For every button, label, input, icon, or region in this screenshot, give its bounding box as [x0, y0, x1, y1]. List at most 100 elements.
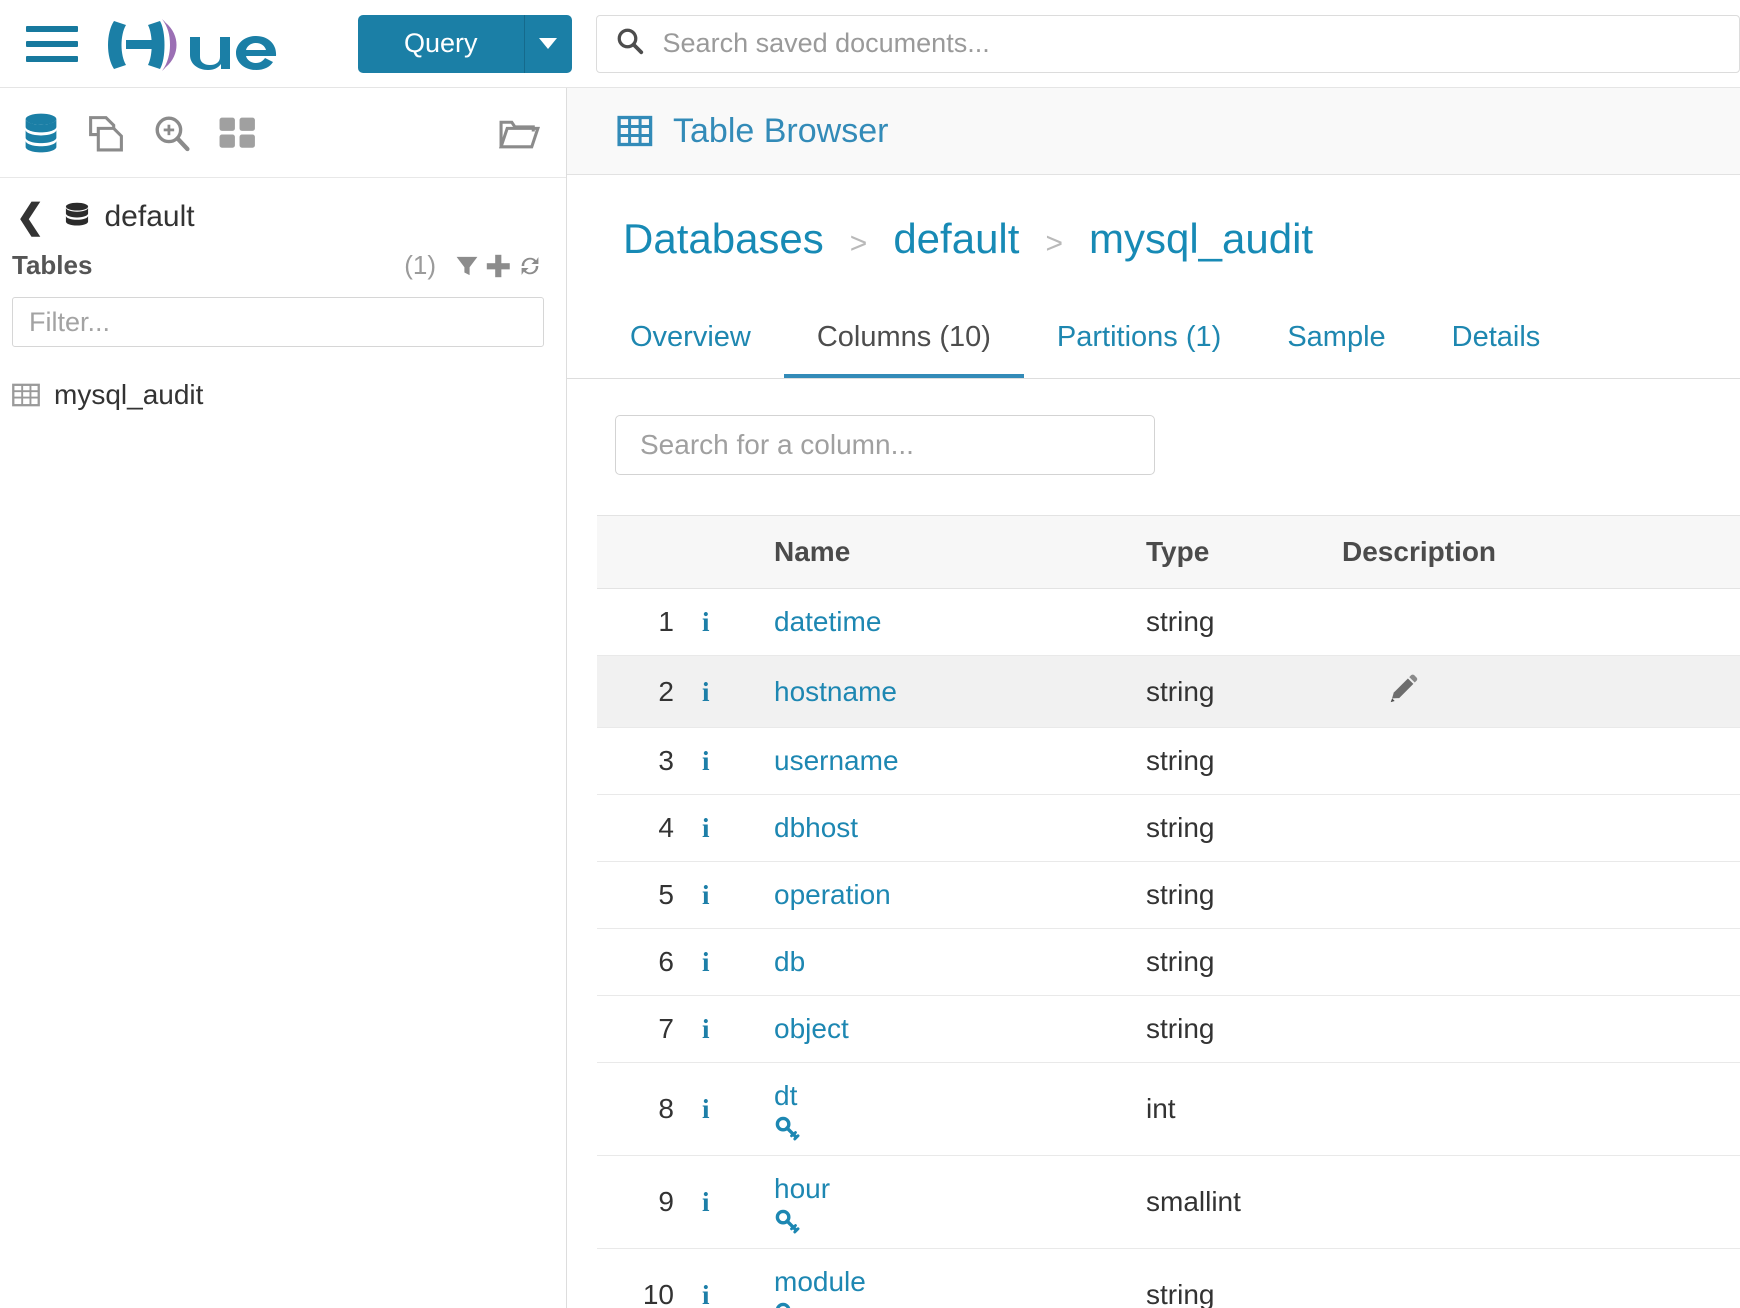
breadcrumb-item-table[interactable]: mysql_audit [1089, 215, 1313, 263]
refresh-icon[interactable] [516, 252, 544, 280]
magnify-plus-icon[interactable] [152, 113, 192, 153]
column-name-link[interactable]: object [774, 1013, 849, 1044]
column-description-cell[interactable] [1342, 995, 1740, 1064]
info-icon[interactable]: i [702, 995, 774, 1064]
column-name-cell[interactable]: username [774, 727, 1146, 796]
tab-partitions[interactable]: Partitions (1) [1024, 307, 1254, 378]
import-folder-icon[interactable] [498, 113, 544, 153]
info-icon-glyph[interactable]: i [702, 1187, 710, 1217]
table-row[interactable]: 4 i dbhost string [597, 794, 1740, 863]
info-icon[interactable]: i [702, 655, 774, 729]
pencil-edit-icon[interactable] [1342, 673, 1418, 703]
info-icon[interactable]: i [702, 1155, 774, 1250]
column-name-link[interactable]: dt [774, 1080, 797, 1111]
column-type-cell: string [1146, 794, 1342, 863]
breadcrumb-item-databases[interactable]: Databases [623, 215, 824, 263]
column-description-cell[interactable] [1342, 861, 1740, 930]
hamburger-icon[interactable] [26, 24, 78, 64]
tables-filter-input[interactable] [27, 305, 529, 339]
database-icon[interactable] [22, 113, 60, 153]
table-row[interactable]: 7 i object string [597, 995, 1740, 1064]
column-name-cell[interactable]: hour [774, 1155, 1146, 1250]
info-icon[interactable]: i [702, 588, 774, 657]
column-name-cell[interactable]: module [774, 1248, 1146, 1308]
info-icon-glyph[interactable]: i [702, 1094, 710, 1124]
column-search-input[interactable] [638, 428, 1132, 463]
chevron-left-icon[interactable]: ❮ [12, 200, 49, 234]
row-index: 2 [597, 655, 702, 729]
info-icon[interactable]: i [702, 861, 774, 930]
table-row[interactable]: 3 i username string [597, 727, 1740, 796]
column-description-cell[interactable] [1342, 1155, 1740, 1250]
info-icon-glyph[interactable]: i [702, 1014, 710, 1044]
column-search-box[interactable] [615, 415, 1155, 476]
column-type-cell: smallint [1146, 1155, 1342, 1250]
column-description-cell[interactable] [1342, 588, 1740, 657]
row-index: 4 [597, 794, 702, 863]
query-dropdown-button[interactable] [523, 14, 572, 73]
column-description-cell[interactable] [1342, 1062, 1740, 1157]
hue-logo[interactable] [104, 16, 304, 72]
info-icon-glyph[interactable]: i [702, 677, 710, 707]
info-icon[interactable]: i [702, 928, 774, 997]
filter-funnel-icon[interactable] [454, 253, 480, 279]
plus-icon[interactable] [484, 252, 512, 280]
info-icon[interactable]: i [702, 1248, 774, 1308]
table-row[interactable]: 9 i hour smallint [597, 1155, 1740, 1250]
tables-filter-box[interactable] [12, 297, 544, 347]
assist-database-breadcrumb[interactable]: ❮ default [0, 178, 566, 240]
info-icon-glyph[interactable]: i [702, 880, 710, 910]
column-name-link[interactable]: hostname [774, 676, 897, 707]
column-name-cell[interactable]: db [774, 928, 1146, 997]
column-name-link[interactable]: dbhost [774, 812, 858, 843]
columns-table: Name Type Description 1 i datetime string 2 i… [597, 515, 1740, 1308]
table-row[interactable]: 1 i datetime string [597, 588, 1740, 657]
column-name-cell[interactable]: hostname [774, 655, 1146, 729]
row-index: 10 [597, 1248, 702, 1308]
table-row[interactable]: 8 i dt int [597, 1062, 1740, 1157]
tab-sample[interactable]: Sample [1254, 307, 1418, 378]
table-row[interactable]: 2 i hostname string [597, 655, 1740, 729]
table-row[interactable]: 5 i operation string [597, 861, 1740, 930]
column-header-name[interactable]: Name [774, 515, 1146, 590]
column-name-cell[interactable]: operation [774, 861, 1146, 930]
column-name-link[interactable]: hour [774, 1173, 830, 1204]
column-name-cell[interactable]: dbhost [774, 794, 1146, 863]
info-icon-glyph[interactable]: i [702, 813, 710, 843]
info-icon-glyph[interactable]: i [702, 746, 710, 776]
column-name-link[interactable]: datetime [774, 606, 881, 637]
info-icon-glyph[interactable]: i [702, 607, 710, 637]
column-name-cell[interactable]: datetime [774, 588, 1146, 657]
column-description-cell[interactable] [1342, 727, 1740, 796]
info-icon[interactable]: i [702, 794, 774, 863]
column-description-cell[interactable] [1342, 928, 1740, 997]
columns-table-head: Name Type Description [597, 515, 1740, 590]
column-description-cell[interactable] [1342, 794, 1740, 863]
info-icon-glyph[interactable]: i [702, 947, 710, 977]
column-description-cell[interactable] [1342, 1248, 1740, 1308]
column-name-link[interactable]: username [774, 745, 899, 776]
documents-icon[interactable] [86, 113, 126, 153]
tab-details[interactable]: Details [1419, 307, 1574, 378]
column-name-cell[interactable]: dt [774, 1062, 1146, 1157]
info-icon-glyph[interactable]: i [702, 1280, 710, 1308]
info-icon[interactable]: i [702, 1062, 774, 1157]
tab-columns[interactable]: Columns (10) [783, 307, 1024, 379]
info-icon[interactable]: i [702, 727, 774, 796]
column-name-cell[interactable]: object [774, 995, 1146, 1064]
search-input[interactable] [660, 27, 1721, 60]
column-name-link[interactable]: db [774, 946, 805, 977]
list-item[interactable]: mysql_audit [0, 371, 566, 419]
column-description-cell[interactable] [1342, 655, 1740, 729]
breadcrumb-item-default[interactable]: default [893, 215, 1019, 263]
column-header-description[interactable]: Description [1342, 515, 1740, 590]
apps-grid-icon[interactable] [218, 114, 258, 152]
table-row[interactable]: 6 i db string [597, 928, 1740, 997]
global-search-box[interactable] [595, 14, 1740, 73]
column-name-link[interactable]: module [774, 1266, 866, 1297]
column-name-link[interactable]: operation [774, 879, 891, 910]
table-row[interactable]: 10 i module string [597, 1248, 1740, 1308]
column-header-type[interactable]: Type [1146, 515, 1342, 590]
tab-overview[interactable]: Overview [597, 307, 784, 378]
query-button[interactable]: Query [358, 14, 524, 73]
